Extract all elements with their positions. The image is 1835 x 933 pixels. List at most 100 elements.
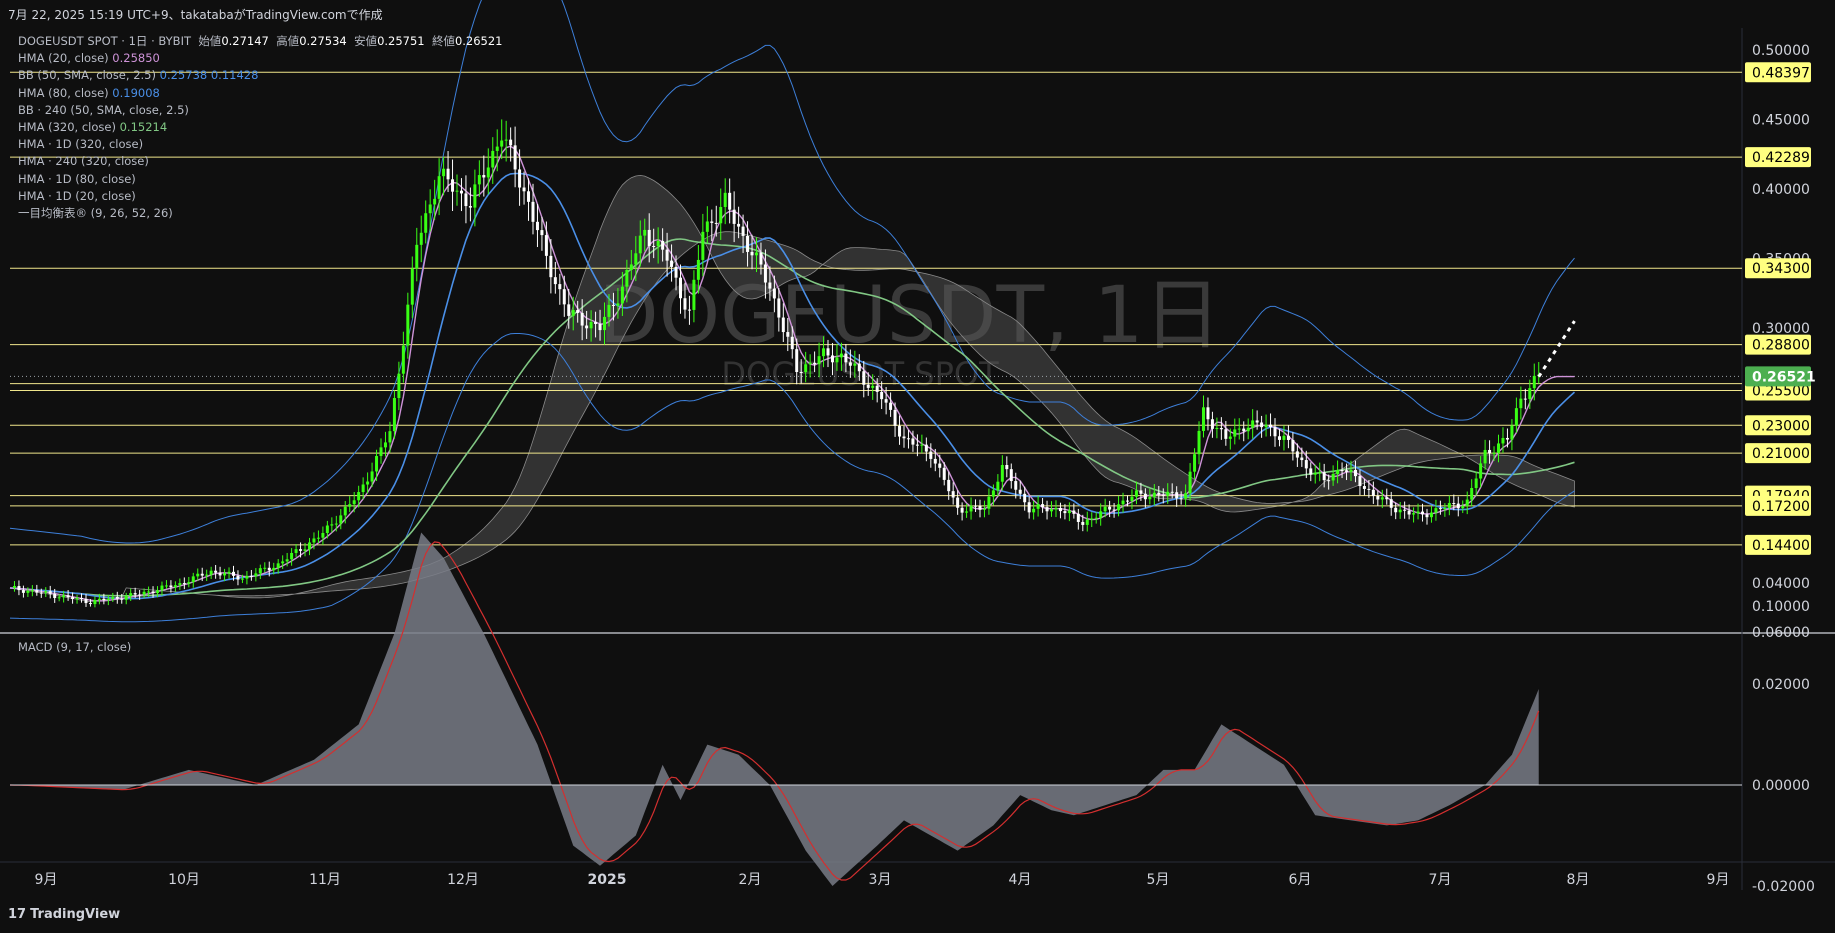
- candle-body: [611, 304, 615, 306]
- candle-body: [915, 444, 919, 446]
- candle-body: [741, 226, 745, 236]
- candle-body: [1389, 499, 1393, 508]
- indicator-label: 一目均衡表® (9, 26, 52, 26): [18, 205, 173, 220]
- candle-body: [705, 221, 709, 232]
- time-axis-tick-label: 11月: [309, 872, 341, 888]
- candle-body: [330, 524, 334, 526]
- indicator-row[interactable]: HMA · 1D (20, close): [18, 188, 503, 205]
- candle-body: [1054, 507, 1058, 510]
- indicator-row[interactable]: HMA · 1D (80, close): [18, 171, 503, 188]
- time-axis-tick-label: 2025: [588, 872, 627, 888]
- indicator-row[interactable]: HMA (20, close) 0.25850: [18, 50, 503, 67]
- candle-body: [1304, 460, 1308, 469]
- candle-body: [620, 286, 624, 304]
- candle-body: [772, 288, 776, 299]
- candle-body: [1157, 492, 1161, 495]
- candle-body: [1255, 420, 1259, 423]
- symbol-row[interactable]: DOGEUSDT SPOT · 1日 · BYBIT 始値0.27147 高値0…: [18, 33, 503, 50]
- time-axis-tick-label: 5月: [1147, 872, 1170, 888]
- candle-body: [290, 552, 294, 560]
- price-axis-tick-label: 0.45000: [1752, 113, 1810, 129]
- indicator-row[interactable]: HMA (320, close) 0.15214: [18, 119, 503, 136]
- candle-body: [1117, 504, 1121, 511]
- candle-body: [1269, 424, 1273, 428]
- candle-body: [1112, 509, 1116, 511]
- watermark-title: DOGEUSDT, 1日: [599, 271, 1222, 361]
- candle-body: [1009, 469, 1013, 482]
- indicator-row[interactable]: BB · 240 (50, SMA, close, 2.5): [18, 102, 503, 119]
- level-price-label: 0.48397: [1752, 65, 1810, 81]
- candle-body: [196, 573, 200, 577]
- indicator-row[interactable]: HMA (80, close) 0.19008: [18, 85, 503, 102]
- candle-body: [808, 362, 812, 365]
- candle-body: [129, 593, 133, 597]
- candle-body: [200, 573, 204, 576]
- indicator-row[interactable]: HMA · 240 (320, close): [18, 153, 503, 170]
- candle-body: [227, 571, 231, 574]
- candle-body: [951, 491, 955, 498]
- time-axis-tick-label: 3月: [869, 872, 892, 888]
- candle-body: [1152, 492, 1156, 497]
- indicator-value: 0.25850: [112, 51, 160, 66]
- candle-body: [299, 549, 303, 551]
- candle-body: [1108, 506, 1112, 510]
- candle-body: [1403, 509, 1407, 511]
- candle-body: [388, 431, 392, 443]
- candle-body: [325, 525, 329, 533]
- tradingview-brand[interactable]: 𝟭𝟳 TradingView: [8, 907, 120, 922]
- candle-body: [1166, 491, 1170, 496]
- candle-body: [285, 559, 289, 562]
- candle-body: [942, 467, 946, 480]
- candle-body: [1099, 511, 1103, 518]
- candle-body: [173, 585, 177, 588]
- candle-body: [240, 578, 244, 580]
- candle-body: [1510, 425, 1514, 440]
- candle-body: [1206, 407, 1210, 420]
- candle-body: [1018, 489, 1022, 494]
- level-price-label: 0.28800: [1752, 338, 1810, 354]
- candle-body: [267, 567, 271, 571]
- candle-body: [839, 353, 843, 358]
- candle-body: [518, 169, 522, 188]
- candle-body: [924, 444, 928, 452]
- candle-body: [1327, 480, 1331, 482]
- candle-body: [1036, 504, 1040, 509]
- candle-body: [804, 364, 808, 373]
- indicator-value: 0.25738: [159, 68, 208, 83]
- candle-body: [1161, 494, 1165, 496]
- indicator-label: HMA (320, close): [18, 119, 116, 134]
- candle-body: [571, 310, 575, 316]
- candle-body: [558, 284, 562, 290]
- candle-body: [35, 590, 39, 593]
- candle-body: [1215, 428, 1219, 430]
- candle-body: [1429, 512, 1433, 518]
- close-value: 0.26521: [454, 34, 503, 48]
- candle-body: [1058, 507, 1062, 512]
- macd-legend[interactable]: MACD (9, 17, close): [18, 640, 131, 654]
- time-axis-tick-label: 10月: [168, 872, 200, 888]
- candle-body: [21, 590, 25, 593]
- time-axis-tick-label: 8月: [1567, 872, 1590, 888]
- candle-body: [786, 332, 790, 337]
- candle-body: [1014, 481, 1018, 490]
- candle-body: [307, 542, 311, 550]
- candle-body: [1376, 495, 1380, 500]
- candle-body: [191, 576, 195, 583]
- candle-body: [48, 591, 52, 594]
- indicator-row[interactable]: 一目均衡表® (9, 26, 52, 26): [18, 205, 503, 222]
- candle-body: [124, 596, 128, 600]
- candle-body: [343, 506, 347, 516]
- candle-body: [1416, 511, 1420, 514]
- indicator-row[interactable]: HMA · 1D (320, close): [18, 136, 503, 153]
- candle-body: [12, 585, 16, 588]
- time-axis-tick-label: 12月: [447, 872, 479, 888]
- indicator-row[interactable]: BB (50, SMA, close, 2.5) 0.25738 0.11428: [18, 67, 503, 84]
- indicator-label: HMA (80, close): [18, 85, 109, 100]
- candle-body: [209, 570, 213, 575]
- candle-body: [1345, 470, 1349, 472]
- candle-body: [1362, 486, 1366, 489]
- candle-body: [115, 596, 119, 599]
- level-price-label: 0.21000: [1752, 446, 1810, 462]
- candle-body: [1514, 408, 1518, 426]
- candle-body: [1501, 437, 1505, 444]
